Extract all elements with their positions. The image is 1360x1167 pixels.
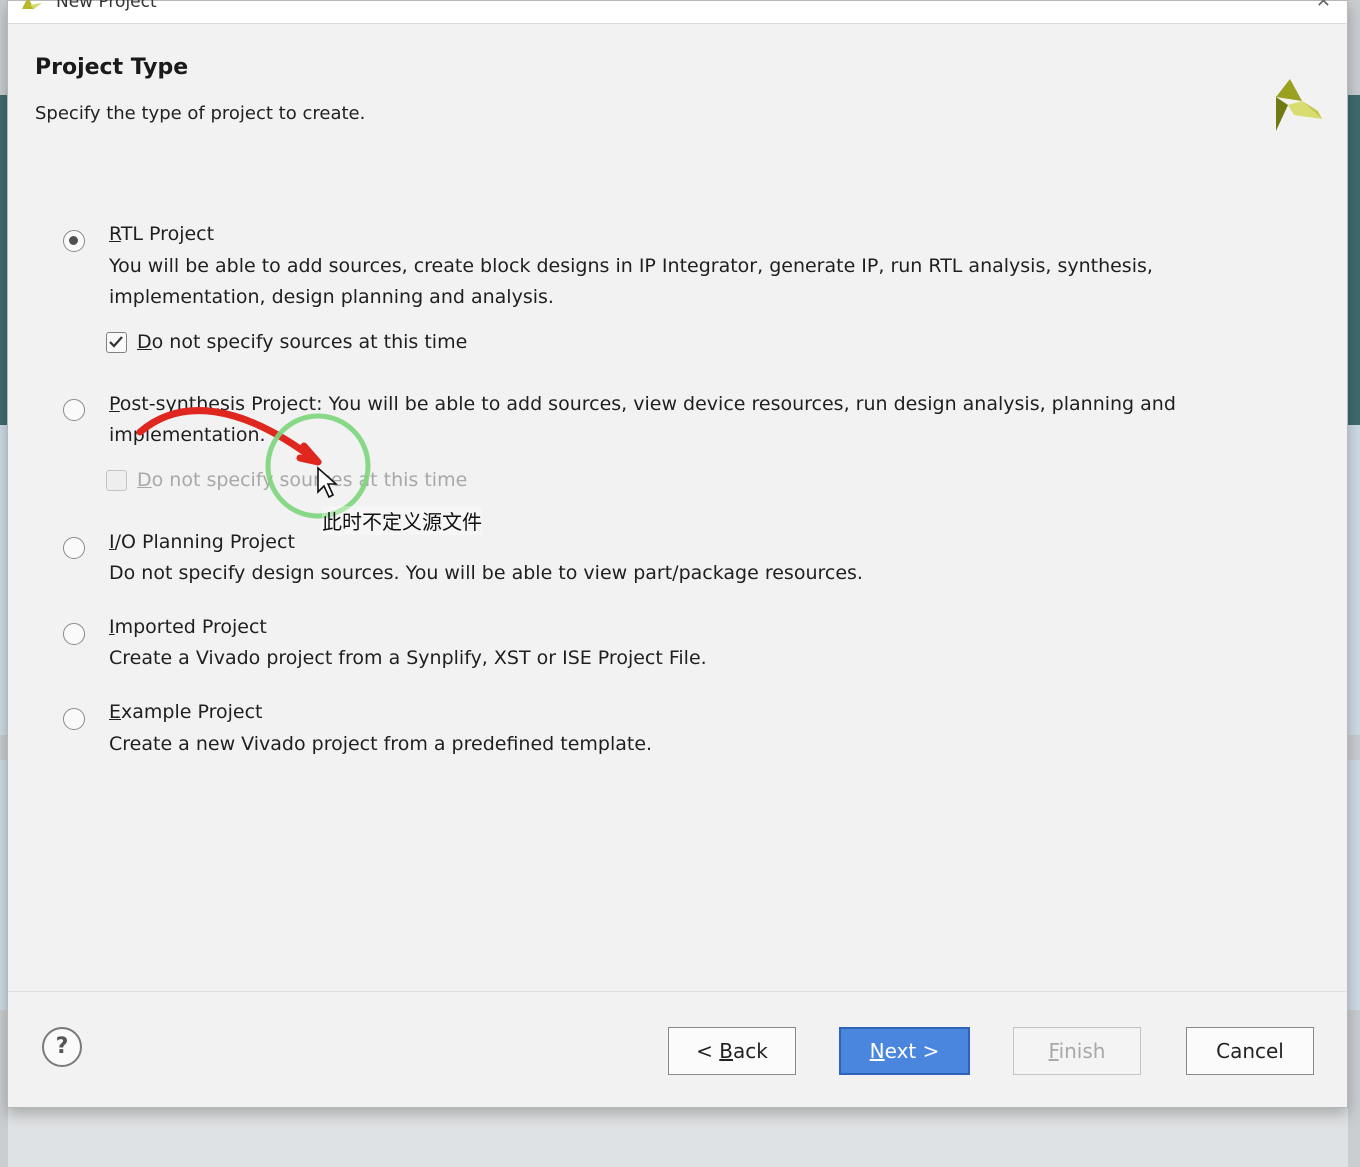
annotation-overlay xyxy=(136,407,371,519)
annotation-arrow-icon xyxy=(136,407,322,466)
annotation-caption: 此时不定义源文件 xyxy=(322,506,482,535)
mouse-cursor-icon xyxy=(317,466,339,499)
